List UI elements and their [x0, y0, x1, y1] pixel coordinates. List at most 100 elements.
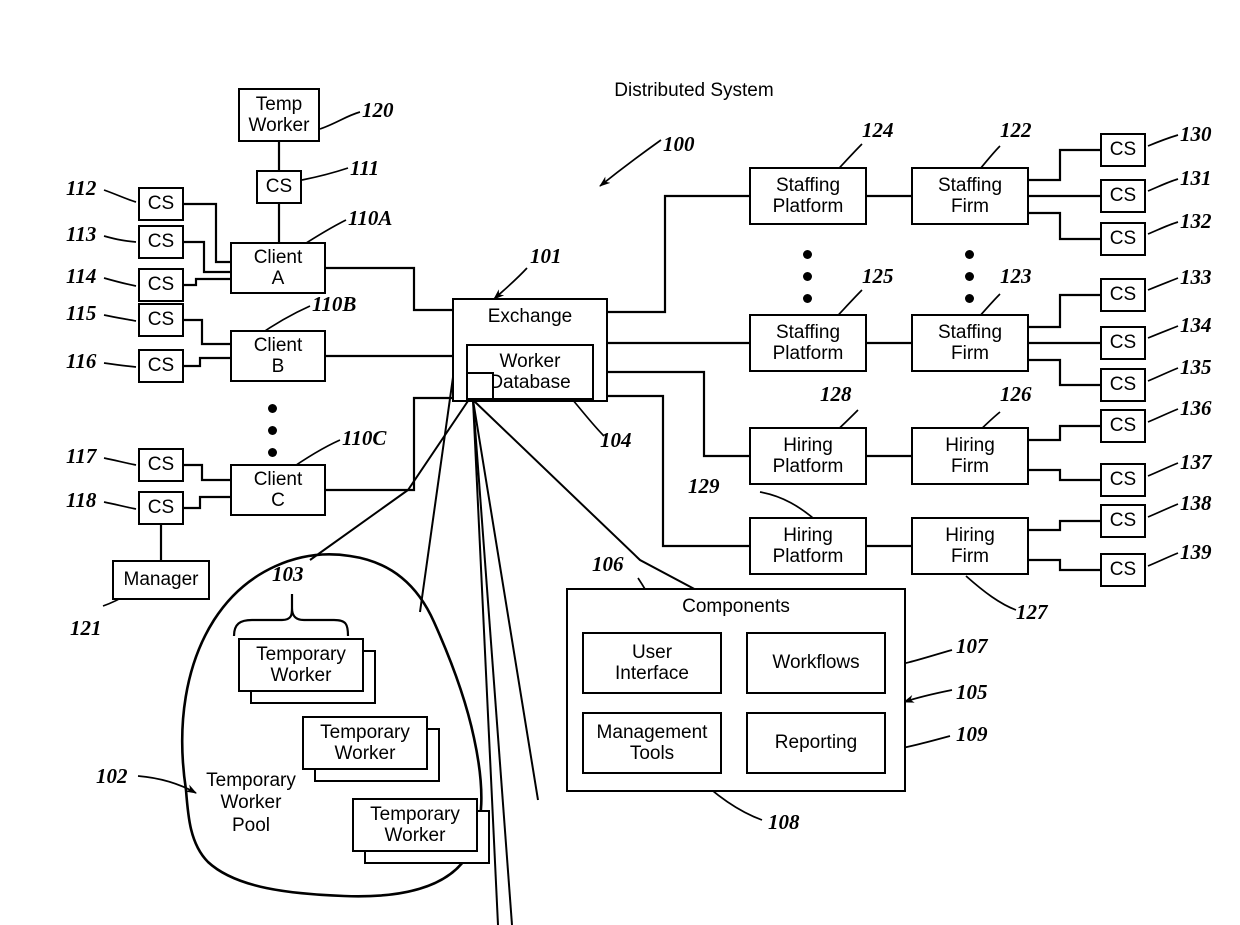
- node-reporting-label: Reporting: [774, 732, 858, 754]
- node-staffing-platform-1-label: Staffing Platform: [772, 174, 844, 217]
- node-workflows-label: Workflows: [772, 652, 860, 674]
- ref-107: 107: [956, 634, 988, 658]
- ref-139: 139: [1180, 540, 1212, 564]
- client-ellipsis: [268, 404, 277, 470]
- node-cs-118-label: CS: [147, 497, 175, 519]
- node-cs-117-label: CS: [147, 454, 175, 476]
- node-workflows[interactable]: Workflows: [746, 632, 886, 694]
- ellipsis-dot: [965, 294, 974, 303]
- node-hiring-platform-2[interactable]: Hiring Platform: [749, 517, 867, 575]
- node-cs-114[interactable]: CS: [138, 268, 184, 302]
- figure-title: Distributed System: [614, 80, 774, 101]
- ref-108: 108: [768, 810, 800, 834]
- node-manager[interactable]: Manager: [112, 560, 210, 600]
- node-cs-136[interactable]: CS: [1100, 409, 1146, 443]
- ref-110C: 110C: [342, 426, 387, 450]
- ref-113: 113: [66, 222, 97, 246]
- node-temporary-worker-3[interactable]: Temporary Worker: [352, 798, 492, 866]
- node-reporting[interactable]: Reporting: [746, 712, 886, 774]
- node-client-a-label: Client A: [253, 246, 303, 289]
- node-cs-135[interactable]: CS: [1100, 368, 1146, 402]
- node-cs-130-label: CS: [1109, 139, 1137, 161]
- node-cs-138[interactable]: CS: [1100, 504, 1146, 538]
- node-cs-116[interactable]: CS: [138, 349, 184, 383]
- node-cs-132[interactable]: CS: [1100, 222, 1146, 256]
- node-cs-137[interactable]: CS: [1100, 463, 1146, 497]
- patent-figure-canvas: Distributed System 100 Temp Worker 120 C…: [0, 0, 1240, 925]
- node-cs-131[interactable]: CS: [1100, 179, 1146, 213]
- node-staffing-platform-2[interactable]: Staffing Platform: [749, 314, 867, 372]
- node-staffing-firm-2-label: Staffing Firm: [937, 321, 1003, 364]
- ref-114: 114: [66, 264, 97, 288]
- ref-134: 134: [1180, 313, 1212, 337]
- ref-136: 136: [1180, 396, 1212, 420]
- node-cs-139[interactable]: CS: [1100, 553, 1146, 587]
- node-components-label: Components: [682, 596, 790, 617]
- temporary-worker-3-front[interactable]: Temporary Worker: [352, 798, 478, 852]
- node-temporary-worker-3-label: Temporary Worker: [370, 803, 460, 846]
- node-temp-worker[interactable]: Temp Worker: [238, 88, 320, 142]
- ref-123: 123: [1000, 264, 1032, 288]
- node-cs-111[interactable]: CS: [256, 170, 302, 204]
- node-components-container: Components User Interface Workflows Mana…: [566, 588, 906, 792]
- node-cs-115[interactable]: CS: [138, 303, 184, 337]
- node-client-a[interactable]: Client A: [230, 242, 326, 294]
- figure-title-ref: 100: [663, 132, 695, 156]
- node-staffing-firm-1[interactable]: Staffing Firm: [911, 167, 1029, 225]
- node-cs-133[interactable]: CS: [1100, 278, 1146, 312]
- node-hiring-firm-1[interactable]: Hiring Firm: [911, 427, 1029, 485]
- ref-106: 106: [592, 552, 624, 576]
- node-cs-112-label: CS: [147, 193, 175, 215]
- node-temp-worker-label: Temp Worker: [248, 93, 310, 136]
- ref-131: 131: [1180, 166, 1212, 190]
- node-temporary-worker-1-label: Temporary Worker: [256, 643, 346, 686]
- node-cs-112[interactable]: CS: [138, 187, 184, 221]
- ref-102: 102: [96, 764, 128, 788]
- node-cs-130[interactable]: CS: [1100, 133, 1146, 167]
- node-cs-117[interactable]: CS: [138, 448, 184, 482]
- node-user-interface[interactable]: User Interface: [582, 632, 722, 694]
- node-cs-113-label: CS: [147, 231, 175, 253]
- ref-116: 116: [66, 349, 97, 373]
- node-temporary-worker-2-label: Temporary Worker: [320, 721, 410, 764]
- node-cs-113[interactable]: CS: [138, 225, 184, 259]
- node-temporary-worker-1[interactable]: Temporary Worker: [238, 638, 378, 706]
- node-cs-111-label: CS: [265, 176, 293, 198]
- node-hiring-platform-1[interactable]: Hiring Platform: [749, 427, 867, 485]
- node-hiring-firm-1-label: Hiring Firm: [945, 434, 995, 477]
- ref-127: 127: [1016, 600, 1048, 624]
- ref-109: 109: [956, 722, 988, 746]
- node-management-tools-label: Management Tools: [596, 721, 708, 764]
- ref-118: 118: [66, 488, 97, 512]
- node-staffing-firm-2[interactable]: Staffing Firm: [911, 314, 1029, 372]
- node-cs-138-label: CS: [1109, 510, 1137, 532]
- node-client-b[interactable]: Client B: [230, 330, 326, 382]
- node-cs-136-label: CS: [1109, 415, 1137, 437]
- ref-124: 124: [862, 118, 894, 142]
- ellipsis-dot: [803, 294, 812, 303]
- ref-112: 112: [66, 176, 97, 200]
- node-temporary-worker-2[interactable]: Temporary Worker: [302, 716, 442, 784]
- node-hiring-firm-2[interactable]: Hiring Firm: [911, 517, 1029, 575]
- node-cs-134[interactable]: CS: [1100, 326, 1146, 360]
- node-client-c[interactable]: Client C: [230, 464, 326, 516]
- node-hiring-firm-2-label: Hiring Firm: [945, 524, 995, 567]
- temporary-worker-2-front[interactable]: Temporary Worker: [302, 716, 428, 770]
- ellipsis-dot: [268, 426, 277, 435]
- ref-104: 104: [600, 428, 632, 452]
- ref-115: 115: [66, 301, 97, 325]
- node-cs-118[interactable]: CS: [138, 491, 184, 525]
- node-cs-133-label: CS: [1109, 284, 1137, 306]
- node-staffing-platform-2-label: Staffing Platform: [772, 321, 844, 364]
- temporary-worker-1-front[interactable]: Temporary Worker: [238, 638, 364, 692]
- node-client-c-label: Client C: [253, 468, 303, 511]
- node-worker-database-label: Worker Database: [489, 350, 571, 393]
- node-manager-label: Manager: [123, 569, 199, 591]
- node-staffing-platform-1[interactable]: Staffing Platform: [749, 167, 867, 225]
- node-cs-132-label: CS: [1109, 228, 1137, 250]
- node-cs-114-label: CS: [147, 274, 175, 296]
- ref-105: 105: [956, 680, 988, 704]
- node-management-tools[interactable]: Management Tools: [582, 712, 722, 774]
- ref-111: 111: [350, 156, 380, 180]
- ref-137: 137: [1180, 450, 1212, 474]
